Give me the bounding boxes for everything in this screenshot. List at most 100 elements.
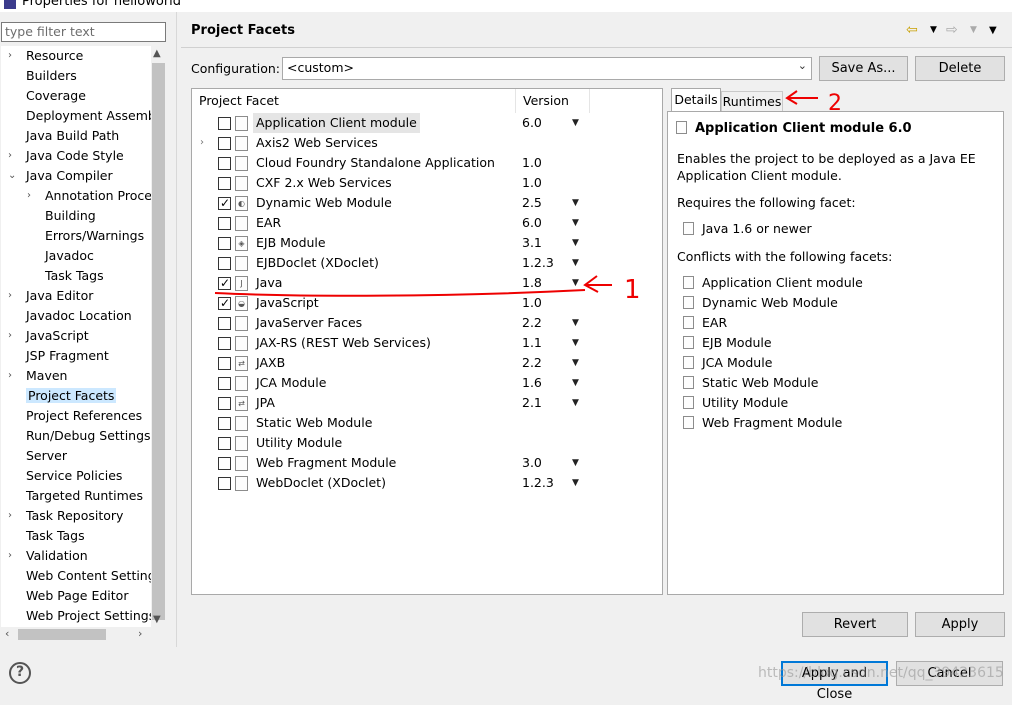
sidebar-item[interactable]: › Java Code Style bbox=[8, 146, 124, 166]
facet-version[interactable]: 1.8 bbox=[522, 273, 542, 293]
sidebar-item[interactable]: › Resource bbox=[8, 46, 83, 66]
sidebar-item[interactable]: Java Build Path bbox=[8, 126, 119, 146]
scroll-thumb[interactable] bbox=[152, 63, 165, 620]
sidebar-item[interactable]: › Annotation Processing bbox=[27, 186, 166, 206]
sidebar-item[interactable]: Task Tags bbox=[8, 526, 85, 546]
facet-row[interactable]: WebDoclet (XDoclet) 1.2.3 ▼ bbox=[192, 473, 662, 493]
chevron-right-icon[interactable]: › bbox=[8, 286, 18, 305]
version-dropdown-icon[interactable]: ▼ bbox=[572, 353, 579, 373]
version-dropdown-icon[interactable]: ▼ bbox=[572, 233, 579, 253]
back-arrow-icon[interactable]: ⇦ bbox=[906, 22, 918, 38]
sidebar-item[interactable]: Javadoc Location bbox=[8, 306, 132, 326]
version-dropdown-icon[interactable]: ▼ bbox=[572, 453, 579, 473]
view-menu-icon[interactable]: ▼ bbox=[989, 25, 997, 36]
sidebar-item[interactable]: Building bbox=[27, 206, 96, 226]
facet-row[interactable]: Application Client module 6.0 ▼ bbox=[192, 113, 662, 133]
configuration-select[interactable]: <custom> ⌄ bbox=[282, 57, 812, 80]
facet-checkbox[interactable] bbox=[218, 377, 231, 390]
facet-checkbox[interactable] bbox=[218, 417, 231, 430]
delete-button[interactable]: Delete bbox=[915, 56, 1005, 81]
facet-row[interactable]: J Java 1.8 ▼ bbox=[192, 273, 662, 293]
facet-version[interactable]: 1.6 bbox=[522, 373, 542, 393]
facet-version[interactable]: 2.2 bbox=[522, 313, 542, 333]
facet-version[interactable]: 6.0 bbox=[522, 213, 542, 233]
facet-row[interactable]: EAR 6.0 ▼ bbox=[192, 213, 662, 233]
facet-row[interactable]: Static Web Module bbox=[192, 413, 662, 433]
facet-row[interactable]: ⇄ JPA 2.1 ▼ bbox=[192, 393, 662, 413]
chevron-right-icon[interactable]: › bbox=[200, 133, 204, 153]
chevron-right-icon[interactable]: › bbox=[27, 186, 37, 205]
facet-row[interactable]: Web Fragment Module 3.0 ▼ bbox=[192, 453, 662, 473]
revert-button[interactable]: Revert bbox=[802, 612, 908, 637]
facet-row[interactable]: Utility Module bbox=[192, 433, 662, 453]
forward-menu-chevron-icon[interactable]: ▼ bbox=[970, 25, 977, 35]
facet-checkbox[interactable] bbox=[218, 357, 231, 370]
hscroll-thumb[interactable] bbox=[18, 629, 106, 640]
chevron-right-icon[interactable]: › bbox=[8, 506, 18, 525]
facet-checkbox[interactable] bbox=[218, 337, 231, 350]
facet-version[interactable]: 1.1 bbox=[522, 333, 542, 353]
facet-checkbox[interactable] bbox=[218, 117, 231, 130]
facet-version[interactable]: 3.1 bbox=[522, 233, 542, 253]
version-dropdown-icon[interactable]: ▼ bbox=[572, 253, 579, 273]
facet-row[interactable]: Cloud Foundry Standalone Application 1.0 bbox=[192, 153, 662, 173]
facet-checkbox[interactable] bbox=[218, 437, 231, 450]
facet-checkbox[interactable] bbox=[218, 193, 231, 213]
facet-version[interactable]: 2.2 bbox=[522, 353, 542, 373]
facet-checkbox[interactable] bbox=[218, 237, 231, 250]
scroll-left-icon[interactable]: ‹ bbox=[5, 627, 9, 640]
facet-row[interactable]: CXF 2.x Web Services 1.0 bbox=[192, 173, 662, 193]
facet-row[interactable]: › Axis2 Web Services bbox=[192, 133, 662, 153]
sidebar-item[interactable]: Project Facets bbox=[8, 386, 117, 406]
chevron-right-icon[interactable]: › bbox=[8, 146, 18, 165]
sidebar-item[interactable]: Web Page Editor bbox=[8, 586, 128, 606]
facet-version[interactable]: 2.1 bbox=[522, 393, 542, 413]
sidebar-item[interactable]: Deployment Assembly bbox=[8, 106, 166, 126]
sidebar-item[interactable]: Service Policies bbox=[8, 466, 122, 486]
tab-runtimes[interactable]: Runtimes bbox=[721, 91, 783, 111]
column-header-version[interactable]: Version bbox=[516, 89, 590, 113]
chevron-right-icon[interactable]: › bbox=[8, 46, 18, 65]
facet-checkbox[interactable] bbox=[218, 317, 231, 330]
facet-checkbox[interactable] bbox=[218, 137, 231, 150]
facet-version[interactable]: 2.5 bbox=[522, 193, 542, 213]
save-as-button[interactable]: Save As... bbox=[819, 56, 908, 81]
facet-checkbox[interactable] bbox=[218, 157, 231, 170]
sidebar-item[interactable]: JSP Fragment bbox=[8, 346, 109, 366]
facet-version[interactable]: 1.2.3 bbox=[522, 473, 554, 493]
scroll-up-icon[interactable]: ▲ bbox=[153, 48, 161, 59]
sidebar-item[interactable]: Run/Debug Settings bbox=[8, 426, 151, 446]
version-dropdown-icon[interactable]: ▼ bbox=[572, 373, 579, 393]
sidebar-item[interactable]: Builders bbox=[8, 66, 77, 86]
facet-version[interactable]: 6.0 bbox=[522, 113, 542, 133]
sidebar-item[interactable]: Coverage bbox=[8, 86, 86, 106]
facet-checkbox[interactable] bbox=[218, 293, 231, 313]
facet-version[interactable]: 3.0 bbox=[522, 453, 542, 473]
back-menu-chevron-icon[interactable]: ▼ bbox=[930, 25, 937, 35]
sidebar-item[interactable]: ⌄ Java Compiler bbox=[8, 166, 113, 186]
sidebar-item[interactable]: Web Content Settings bbox=[8, 566, 162, 586]
help-icon[interactable]: ? bbox=[9, 662, 31, 684]
sidebar-item[interactable]: › JavaScript bbox=[8, 326, 89, 346]
nav-horizontal-scrollbar[interactable]: ‹ › bbox=[1, 627, 151, 642]
facet-checkbox[interactable] bbox=[218, 257, 231, 270]
version-dropdown-icon[interactable]: ▼ bbox=[572, 273, 579, 293]
chevron-right-icon[interactable]: › bbox=[8, 366, 18, 385]
sidebar-item[interactable]: › Maven bbox=[8, 366, 67, 386]
sidebar-item[interactable]: › Validation bbox=[8, 546, 88, 566]
facet-row[interactable]: JCA Module 1.6 ▼ bbox=[192, 373, 662, 393]
facet-row[interactable]: ◐ Dynamic Web Module 2.5 ▼ bbox=[192, 193, 662, 213]
sidebar-item[interactable]: Web Project Settings bbox=[8, 606, 155, 626]
sidebar-item[interactable]: Targeted Runtimes bbox=[8, 486, 143, 506]
facet-checkbox[interactable] bbox=[218, 273, 231, 293]
version-dropdown-icon[interactable]: ▼ bbox=[572, 473, 579, 493]
column-header-facet[interactable]: Project Facet bbox=[192, 89, 516, 113]
sidebar-item[interactable]: Server bbox=[8, 446, 67, 466]
facet-row[interactable]: ◈ EJB Module 3.1 ▼ bbox=[192, 233, 662, 253]
sidebar-item[interactable]: › Task Repository bbox=[8, 506, 123, 526]
facet-version[interactable]: 1.2.3 bbox=[522, 253, 554, 273]
sidebar-item[interactable]: Javadoc bbox=[27, 246, 94, 266]
scroll-right-icon[interactable]: › bbox=[138, 627, 142, 640]
facet-checkbox[interactable] bbox=[218, 217, 231, 230]
facet-row[interactable]: ⇄ JAXB 2.2 ▼ bbox=[192, 353, 662, 373]
